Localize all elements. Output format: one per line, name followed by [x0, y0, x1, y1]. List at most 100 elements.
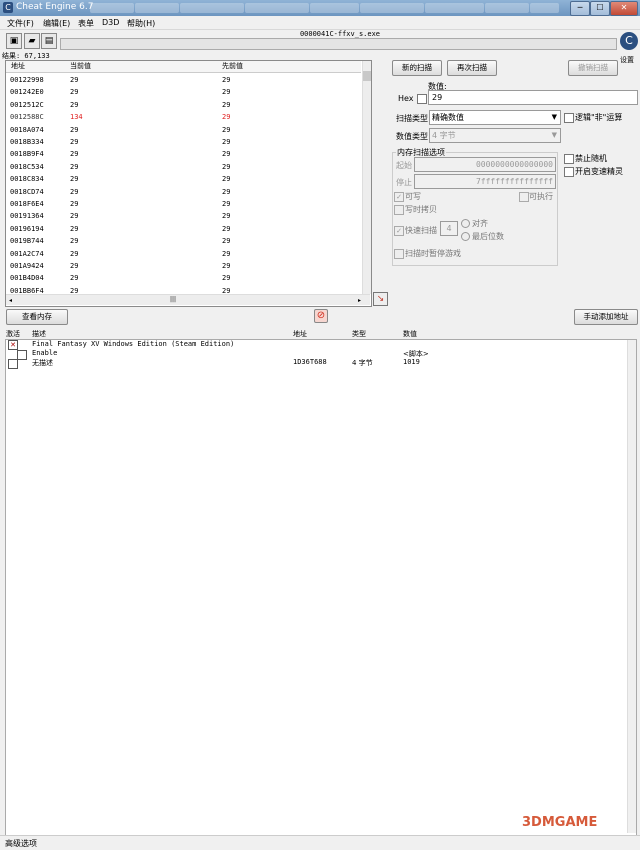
fast-scan-checkbox[interactable]: ✓: [394, 226, 404, 236]
not-operator-checkbox[interactable]: [564, 113, 574, 123]
value-input[interactable]: 29: [428, 90, 638, 105]
active-checkbox[interactable]: ✕: [8, 340, 18, 350]
start-address-input[interactable]: 0000000000000000: [414, 157, 556, 172]
clear-list-icon[interactable]: ⊘: [314, 309, 328, 323]
result-row[interactable]: 0018C534 29 29: [6, 161, 361, 173]
align-radio[interactable]: [461, 219, 470, 228]
result-current-value: 29: [70, 274, 79, 283]
result-row[interactable]: 0012588C 134 29: [6, 111, 361, 123]
address-list[interactable]: [5, 339, 637, 836]
result-current-value: 134: [70, 113, 83, 122]
chevron-down-icon: ▼: [551, 113, 557, 121]
result-row[interactable]: 0018F6E4 29 29: [6, 198, 361, 210]
result-row[interactable]: 00196194 29 29: [6, 223, 361, 235]
entry-value[interactable]: 1019: [403, 358, 420, 366]
menu-edit[interactable]: 编辑(E): [43, 18, 70, 29]
result-previous-value: 29: [222, 113, 231, 122]
settings-label[interactable]: 设置: [620, 55, 634, 65]
active-checkbox[interactable]: [17, 350, 27, 360]
entry-description[interactable]: Final Fantasy XV Windows Edition (Steam …: [32, 340, 234, 348]
column-previous-value[interactable]: 先前值: [222, 61, 243, 72]
result-address: 0018B9F4: [10, 150, 44, 159]
scan-type-select[interactable]: 精确数值 ▼: [429, 110, 561, 125]
result-previous-value: 29: [222, 237, 231, 246]
open-process-icon[interactable]: ▣: [6, 33, 22, 49]
background-tab: [425, 3, 484, 13]
entry-type[interactable]: 4 字节: [352, 358, 373, 368]
memory-view-button[interactable]: 查看内存: [6, 309, 68, 325]
scroll-thumb[interactable]: [363, 71, 371, 81]
result-row[interactable]: 001A9424 29 29: [6, 260, 361, 272]
menu-d3d[interactable]: D3D: [102, 18, 119, 27]
add-address-manually-button[interactable]: 手动添加地址: [574, 309, 638, 325]
background-tab: [360, 3, 424, 13]
fast-scan-input[interactable]: 4: [440, 221, 458, 236]
scroll-right-arrow-icon[interactable]: ▸: [358, 297, 361, 304]
entry-address[interactable]: 1D36T688: [293, 358, 327, 366]
result-row[interactable]: 001B4D04 29 29: [6, 272, 361, 284]
pause-game-checkbox[interactable]: [394, 249, 404, 259]
column-description[interactable]: 描述: [32, 329, 46, 339]
menu-file[interactable]: 文件(F): [7, 18, 34, 29]
result-address: 00196194: [10, 224, 44, 233]
result-row[interactable]: 0018A074 29 29: [6, 124, 361, 136]
result-row[interactable]: 001242E0 29 29: [6, 86, 361, 98]
last-digits-radio[interactable]: [461, 232, 470, 241]
entry-description[interactable]: 无描述: [32, 358, 53, 368]
executable-checkbox[interactable]: [519, 192, 529, 202]
undo-scan-button[interactable]: 撤销扫描: [568, 60, 618, 76]
writable-checkbox[interactable]: ✓: [394, 192, 404, 202]
result-current-value: 29: [70, 150, 79, 159]
result-row[interactable]: 001A2C74 29 29: [6, 248, 361, 260]
result-address: 0019B744: [10, 237, 44, 246]
hex-checkbox[interactable]: [417, 94, 427, 104]
disable-random-checkbox[interactable]: [564, 154, 574, 164]
add-selected-arrow-icon[interactable]: ↘: [373, 292, 388, 306]
entry-description[interactable]: Enable: [32, 349, 57, 357]
column-address[interactable]: 地址: [11, 61, 25, 72]
next-scan-button[interactable]: 再次扫描: [447, 60, 497, 76]
scan-results-list[interactable]: 地址 当前值 先前值 00122998 29 29 001242E0 29 29 00125…: [5, 60, 372, 307]
result-row[interactable]: 0018B9F4 29 29: [6, 148, 361, 160]
advanced-options-label[interactable]: 高级选项: [5, 838, 37, 849]
save-file-icon[interactable]: ▤: [41, 33, 57, 49]
new-scan-button[interactable]: 新的扫描: [392, 60, 442, 76]
column-address[interactable]: 地址: [293, 329, 307, 339]
result-row[interactable]: 0018B334 29 29: [6, 136, 361, 148]
result-row[interactable]: 0018CD74 29 29: [6, 186, 361, 198]
background-tab: [180, 3, 244, 13]
result-row[interactable]: 0019B744 29 29: [6, 235, 361, 247]
process-name: 0000041C-ffxv_s.exe: [299, 30, 381, 38]
value-type-select[interactable]: 4 字节 ▼: [429, 128, 561, 143]
result-row[interactable]: 0012512C 29 29: [6, 99, 361, 111]
results-horizontal-scrollbar[interactable]: ◂ ||| ▸: [6, 294, 370, 305]
background-tab: [245, 3, 309, 13]
result-row[interactable]: 00122998 29 29: [6, 74, 361, 86]
maximize-button[interactable]: ☐: [590, 1, 610, 16]
fast-scan-label: 快速扫描: [405, 226, 437, 235]
column-type[interactable]: 类型: [352, 329, 366, 339]
menu-table[interactable]: 表单: [78, 18, 94, 29]
watermark-logo: 3DMGAME: [522, 815, 598, 830]
cheat-engine-logo-icon[interactable]: C: [620, 32, 638, 50]
column-current-value[interactable]: 当前值: [70, 61, 91, 72]
close-button[interactable]: ✕: [610, 1, 638, 16]
scroll-grip[interactable]: |||: [170, 296, 176, 303]
speedhack-checkbox[interactable]: [564, 167, 574, 177]
result-address: 0018C534: [10, 162, 44, 171]
result-address: 0018CD74: [10, 187, 44, 196]
stop-address-input[interactable]: 7fffffffffffffff: [414, 174, 556, 189]
results-vertical-scrollbar[interactable]: [362, 61, 371, 294]
minimize-button[interactable]: ─: [570, 1, 590, 16]
open-file-icon[interactable]: ▰: [24, 33, 40, 49]
column-active[interactable]: 激活: [6, 329, 20, 339]
result-row[interactable]: 0018C834 29 29: [6, 173, 361, 185]
copy-on-write-checkbox[interactable]: [394, 205, 404, 215]
address-list-scrollbar[interactable]: [627, 340, 636, 833]
column-value[interactable]: 数值: [403, 329, 417, 339]
active-checkbox[interactable]: [8, 359, 18, 369]
result-row[interactable]: 00191364 29 29: [6, 210, 361, 222]
result-address: 00191364: [10, 212, 44, 221]
scroll-left-arrow-icon[interactable]: ◂: [9, 297, 12, 304]
menu-help[interactable]: 帮助(H): [127, 18, 155, 29]
